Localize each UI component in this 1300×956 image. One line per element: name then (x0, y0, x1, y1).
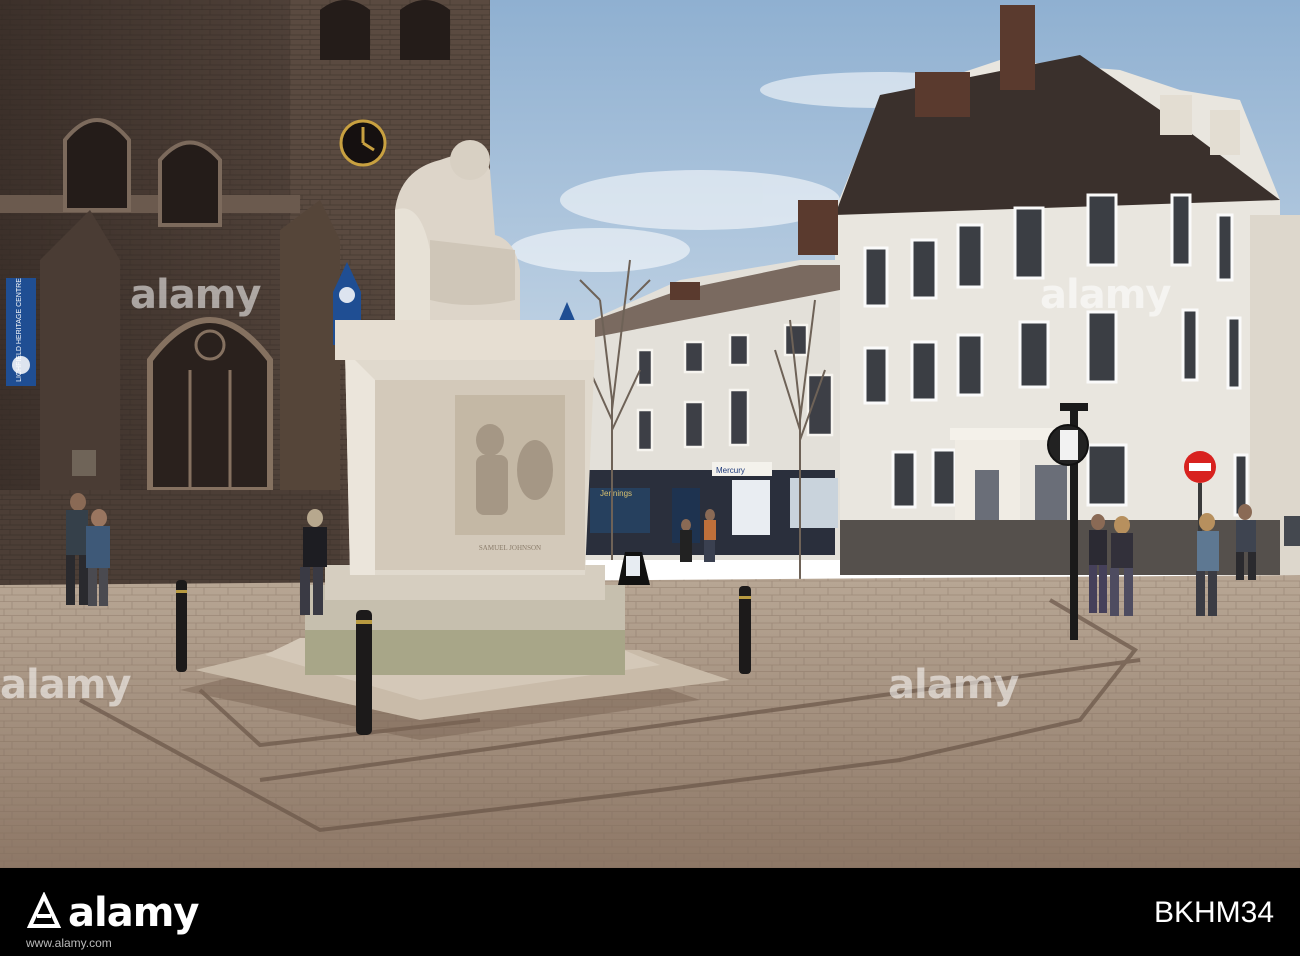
footer-logo-text: alamy (68, 890, 199, 936)
banner-text-left: LICHFIELD HERITAGE CENTRE (16, 278, 23, 382)
footer-logo[interactable]: alamy (26, 890, 199, 936)
shop-sign-jennings: Jennings (600, 489, 632, 498)
church-banner-left: LICHFIELD HERITAGE CENTRE (6, 278, 36, 386)
image-id: BKHM34 (1153, 896, 1274, 929)
footer-bar: alamy www.alamy.com BKHM34 (0, 868, 1300, 956)
monument-inscription: SAMUEL JOHNSON (479, 544, 541, 552)
photo-scene: LICHFIELD HERITAGE CENTRE Mercury Jennin… (0, 0, 1300, 868)
footer-url[interactable]: www.alamy.com (26, 936, 112, 950)
shop-sign-mercury: Mercury (716, 466, 745, 475)
alamy-logo-icon (26, 891, 62, 932)
